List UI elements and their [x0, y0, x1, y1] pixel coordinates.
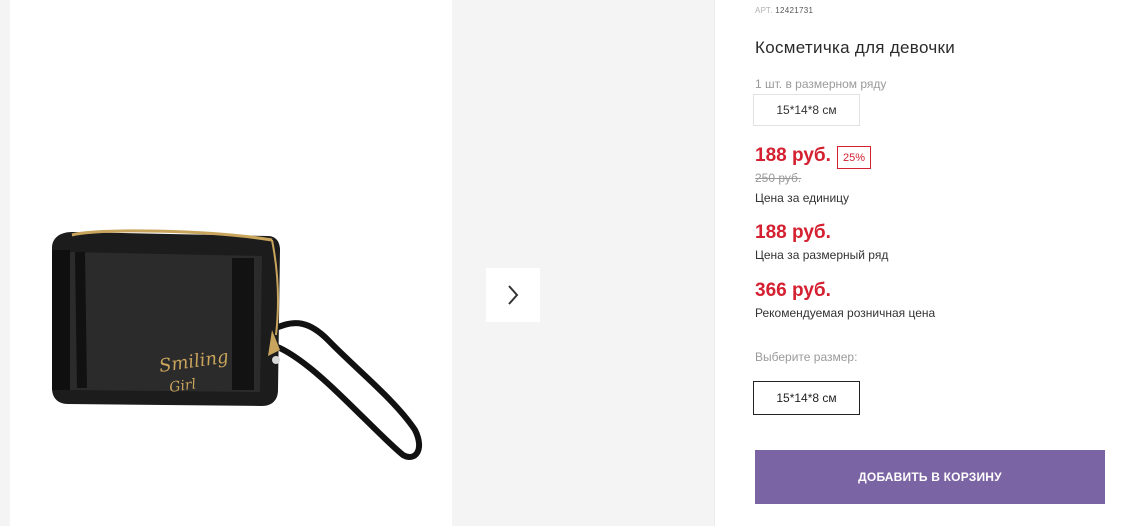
- product-photo[interactable]: Smiling Girl: [10, 0, 452, 526]
- row-price: 188 руб.: [755, 222, 831, 243]
- add-to-cart-button[interactable]: ДОБАВИТЬ В КОРЗИНУ: [755, 450, 1105, 504]
- chevron-right-icon: [508, 285, 519, 305]
- cosmetic-bag-image: Smiling Girl: [52, 229, 423, 460]
- article-number: АРТ. 12421731: [755, 6, 813, 15]
- old-price: 250 руб.: [755, 171, 802, 185]
- pack-size-chip: 15*14*8 см: [753, 94, 860, 126]
- article-value: 12421731: [775, 6, 814, 15]
- size-option-button[interactable]: 15*14*8 см: [753, 381, 860, 415]
- unit-price: 188 руб.: [755, 145, 831, 166]
- article-label: АРТ.: [755, 6, 773, 15]
- panel-divider: [714, 0, 715, 526]
- retail-price: 366 руб.: [755, 280, 831, 301]
- pack-note: 1 шт. в размерном ряду: [755, 77, 887, 91]
- unit-price-label: Цена за единицу: [755, 191, 850, 205]
- discount-badge: 25%: [837, 146, 871, 169]
- gallery-next-button[interactable]: [486, 268, 540, 322]
- gallery-edge: [0, 0, 10, 526]
- retail-price-label: Рекомендуемая розничная цена: [755, 306, 936, 320]
- next-photo-panel[interactable]: [452, 0, 714, 526]
- product-title: Косметичка для девочки: [755, 38, 956, 57]
- size-select-label: Выберите размер:: [755, 350, 858, 364]
- row-price-label: Цена за размерный ряд: [755, 248, 889, 262]
